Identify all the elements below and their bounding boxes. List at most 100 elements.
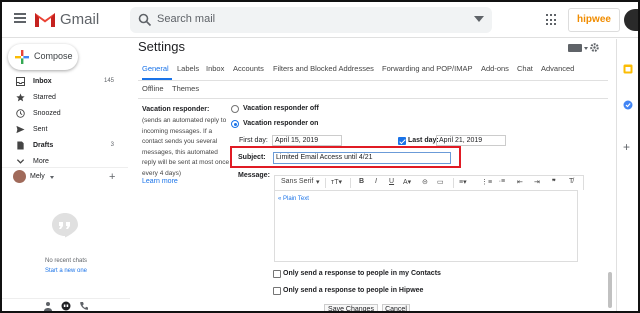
search-options-icon[interactable] bbox=[474, 16, 484, 22]
bulleted-list-icon[interactable]: ∙≡ bbox=[499, 178, 505, 185]
contacts-only-checkbox[interactable] bbox=[273, 270, 281, 278]
side-panel: + bbox=[616, 39, 638, 311]
italic-icon[interactable]: I bbox=[375, 178, 377, 185]
star-icon bbox=[16, 93, 25, 102]
bold-icon[interactable]: B bbox=[359, 178, 364, 185]
align-icon[interactable]: ≡▾ bbox=[459, 178, 467, 186]
font-caret-icon[interactable]: ▾ bbox=[316, 178, 320, 186]
chevron-down-icon bbox=[16, 159, 25, 164]
draft-count: 3 bbox=[110, 142, 114, 148]
app-name: Gmail bbox=[60, 11, 100, 28]
gmail-window: Gmail Search mail hipwee Compose Inbox 1… bbox=[0, 0, 640, 313]
message-editor[interactable]: « Plain Text bbox=[274, 190, 578, 262]
nav-item-label: Drafts bbox=[33, 142, 54, 149]
caret-down-icon[interactable] bbox=[50, 176, 54, 179]
tab-filters[interactable]: Filters and Blocked Addresses bbox=[273, 64, 374, 73]
clock-icon bbox=[16, 109, 25, 118]
save-button[interactable]: Save Changes bbox=[324, 304, 378, 311]
hangouts-footer bbox=[2, 298, 130, 311]
inbox-icon bbox=[16, 77, 25, 86]
apps-grid-icon[interactable] bbox=[546, 14, 558, 26]
org-only-checkbox[interactable] bbox=[273, 287, 281, 295]
checkbox-label: Only send a response to people in Hipwee bbox=[283, 287, 424, 294]
last-day-checkbox[interactable] bbox=[398, 137, 406, 145]
quote-icon[interactable]: ❞ bbox=[552, 178, 556, 186]
tab-offline[interactable]: Offline bbox=[142, 84, 164, 93]
tab-chat[interactable]: Chat bbox=[517, 64, 533, 73]
toolbar-separator bbox=[350, 178, 351, 188]
nav-item-inbox[interactable]: Inbox 145 bbox=[2, 74, 128, 90]
caret-down-icon[interactable] bbox=[584, 47, 588, 50]
account-logo[interactable]: hipwee bbox=[568, 8, 620, 32]
search-bar[interactable]: Search mail bbox=[130, 7, 492, 33]
radio-off[interactable] bbox=[231, 105, 239, 113]
gmail-logo-icon[interactable] bbox=[34, 10, 56, 28]
calendar-icon[interactable] bbox=[623, 64, 633, 74]
radio-label: Vacation responder on bbox=[243, 120, 319, 127]
scrollbar[interactable] bbox=[606, 40, 614, 310]
user-name: Mely bbox=[30, 173, 45, 180]
start-chat-link[interactable]: Start a new one bbox=[2, 268, 130, 274]
cancel-button[interactable]: Cancel bbox=[382, 304, 410, 311]
indent-more-icon[interactable]: ⇥ bbox=[534, 178, 540, 186]
compose-label: Compose bbox=[34, 51, 73, 61]
nav-item-starred[interactable]: Starred bbox=[2, 90, 128, 106]
send-icon bbox=[16, 125, 25, 134]
nav-item-snoozed[interactable]: Snoozed bbox=[2, 106, 128, 122]
image-icon[interactable]: ▭ bbox=[437, 178, 444, 186]
hangouts-user[interactable]: Mely + bbox=[2, 167, 128, 187]
indent-less-icon[interactable]: ⇤ bbox=[517, 178, 523, 186]
draft-icon bbox=[17, 141, 24, 150]
tab-general[interactable]: General bbox=[142, 64, 169, 73]
hangouts-icon[interactable] bbox=[61, 301, 71, 311]
checkbox-label: Only send a response to people in my Con… bbox=[283, 270, 441, 277]
add-addon-icon[interactable]: + bbox=[623, 141, 633, 153]
text-size-icon[interactable]: тT▾ bbox=[331, 178, 342, 186]
divider bbox=[138, 98, 608, 99]
link-icon[interactable]: ⊝ bbox=[422, 178, 428, 186]
underline-icon[interactable]: U bbox=[389, 178, 394, 185]
account-avatar[interactable] bbox=[624, 9, 638, 31]
subject-field[interactable]: Limited Email Access until 4/21 bbox=[273, 152, 451, 164]
first-day-field[interactable]: April 15, 2019 bbox=[272, 135, 342, 146]
nav-item-drafts[interactable]: Drafts 3 bbox=[2, 138, 128, 154]
toolbar-separator bbox=[325, 178, 326, 188]
phone-icon[interactable] bbox=[79, 301, 89, 311]
font-select[interactable]: Sans Serif bbox=[281, 178, 313, 185]
text-color-icon[interactable]: A▾ bbox=[403, 178, 411, 186]
search-icon[interactable] bbox=[138, 13, 152, 27]
tab-themes[interactable]: Themes bbox=[172, 84, 199, 93]
tab-addons[interactable]: Add-ons bbox=[481, 64, 509, 73]
section-description: (sends an automated reply to incoming me… bbox=[142, 117, 230, 177]
left-nav: Compose Inbox 145 Starred Snoozed Sent D… bbox=[2, 39, 130, 311]
tasks-icon[interactable] bbox=[623, 100, 633, 110]
top-bar: Gmail Search mail hipwee bbox=[2, 2, 638, 38]
tab-advanced[interactable]: Advanced bbox=[541, 64, 574, 73]
nav-item-label: Starred bbox=[33, 94, 56, 101]
gear-icon[interactable] bbox=[589, 42, 600, 53]
remove-formatting-icon[interactable]: T̸ bbox=[569, 178, 573, 185]
learn-more-link[interactable]: Learn more bbox=[142, 178, 178, 185]
page-title: Settings bbox=[138, 39, 185, 54]
no-chats-text: No recent chats bbox=[44, 258, 88, 264]
tab-labels[interactable]: Labels bbox=[177, 64, 199, 73]
toolbar-separator bbox=[453, 178, 454, 188]
nav-item-sent[interactable]: Sent bbox=[2, 122, 128, 138]
add-chat-icon[interactable]: + bbox=[109, 171, 115, 183]
search-input[interactable]: Search mail bbox=[157, 13, 215, 25]
scrollbar-thumb[interactable] bbox=[608, 272, 612, 308]
plain-text-link[interactable]: « Plain Text bbox=[278, 196, 309, 202]
last-day-field[interactable]: April 21, 2019 bbox=[436, 135, 506, 146]
numbered-list-icon[interactable]: ⋮≡ bbox=[481, 178, 492, 186]
person-icon[interactable] bbox=[43, 301, 53, 311]
tab-inbox[interactable]: Inbox bbox=[206, 64, 224, 73]
radio-on[interactable] bbox=[231, 120, 239, 128]
keyboard-icon[interactable] bbox=[568, 44, 582, 52]
quote-bubble-icon bbox=[52, 213, 78, 238]
compose-button[interactable]: Compose bbox=[8, 44, 78, 70]
tab-forwarding[interactable]: Forwarding and POP/IMAP bbox=[382, 64, 472, 73]
tab-accounts[interactable]: Accounts bbox=[233, 64, 264, 73]
nav-item-label: Snoozed bbox=[33, 110, 61, 117]
menu-icon[interactable] bbox=[14, 13, 26, 23]
nav-item-label: Sent bbox=[33, 126, 48, 133]
